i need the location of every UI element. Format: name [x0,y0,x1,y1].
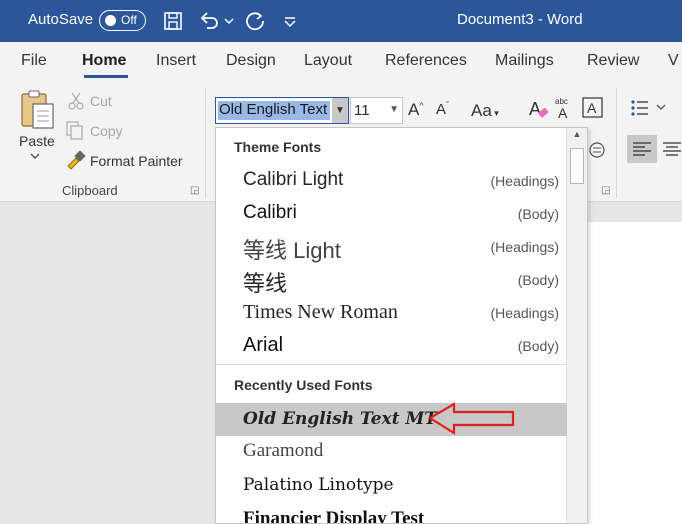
undo-icon[interactable] [196,8,222,34]
tab-home[interactable]: Home [82,52,126,70]
active-tab-indicator [84,75,128,78]
ribbon-separator [205,88,206,198]
font-size-value[interactable]: 11 [354,102,370,119]
font-item-dengxian-light[interactable]: 等线 Light (Headings) [216,231,567,264]
tab-view[interactable]: V [668,52,679,70]
change-case-icon[interactable]: Aa ▾ [471,101,499,121]
cut-icon[interactable] [68,92,84,110]
phonetic-guide-icon[interactable]: abc A [555,96,579,120]
font-item-times-new-roman[interactable]: Times New Roman (Headings) [216,297,567,330]
tab-layout[interactable]: Layout [304,52,352,70]
copy-label[interactable]: Copy [90,123,123,139]
section-divider [216,364,567,365]
align-center-icon[interactable] [662,141,682,157]
clipboard-group-label: Clipboard [62,183,118,198]
recent-fonts-header: Recently Used Fonts [234,377,373,393]
toggle-knob [105,15,116,26]
font-item-garamond[interactable]: Garamond [216,436,567,469]
paste-label[interactable]: Paste [19,133,55,149]
font-item-financier-display-test[interactable]: Financier Display Test [216,502,567,523]
format-painter-label[interactable]: Format Painter [90,153,183,169]
save-icon[interactable] [160,8,186,34]
scroll-thumb[interactable] [570,148,584,184]
shrink-font-icon[interactable]: Aˇ [436,100,449,118]
font-item-calibri[interactable]: Calibri (Body) [216,198,567,231]
tab-file[interactable]: File [21,52,47,70]
font-item-arial[interactable]: Arial (Body) [216,330,567,363]
font-dialog-launcher-icon[interactable]: ◲ [601,185,610,196]
redo-icon[interactable] [243,8,269,34]
character-border-icon[interactable]: A [582,97,604,119]
dropdown-scrollbar[interactable]: ▲ [566,128,587,523]
tab-references[interactable]: References [385,52,467,70]
ribbon-separator [616,88,617,198]
font-name-box[interactable]: Old English Text M ▼ [215,97,349,124]
font-item-calibri-light[interactable]: Calibri Light (Headings) [216,165,567,198]
chevron-down-icon[interactable]: ▼ [389,104,399,115]
clear-formatting-icon[interactable]: A [528,98,550,120]
chevron-down-icon[interactable] [655,102,667,112]
autosave-label: AutoSave [28,11,94,28]
font-item-palatino-linotype[interactable]: Palatino Linotype [216,469,567,502]
grow-font-icon[interactable]: A^ [408,100,424,120]
toggle-state: Off [121,13,137,27]
bullets-icon[interactable] [630,98,654,118]
customize-qat-icon[interactable] [282,8,298,34]
cut-label[interactable]: Cut [90,93,112,109]
svg-text:A: A [529,99,541,119]
svg-text:A: A [587,100,597,116]
tab-design[interactable]: Design [226,52,276,70]
scroll-up-icon[interactable]: ▲ [567,129,587,145]
tab-review[interactable]: Review [587,52,639,70]
align-left-icon [633,142,651,156]
red-arrow-annotation [428,402,515,435]
copy-icon[interactable] [66,121,84,141]
align-left-button[interactable] [627,135,657,163]
title-bar: AutoSave Off Document3 - Word [0,0,682,42]
svg-text:A: A [558,105,568,120]
font-name-value[interactable]: Old English Text M [218,101,330,120]
tab-mailings[interactable]: Mailings [495,52,554,70]
autosave-toggle[interactable]: Off [99,10,146,31]
ribbon-tabs: File Home Insert Design Layout Reference… [0,42,682,80]
chevron-down-icon[interactable] [222,8,236,34]
theme-fonts-header: Theme Fonts [234,139,322,155]
chevron-down-icon[interactable] [29,152,41,160]
asian-layout-icon[interactable] [588,140,606,160]
font-size-box[interactable]: 11 ▼ [350,97,403,124]
document-title: Document3 - Word [457,11,583,28]
font-item-dengxian[interactable]: 等线 (Body) [216,264,567,297]
tab-insert[interactable]: Insert [156,52,196,70]
chevron-down-icon[interactable]: ▼ [332,98,348,123]
font-dropdown-menu: ▲ Theme Fonts Calibri Light (Headings) C… [215,127,588,524]
format-painter-icon[interactable] [66,150,86,170]
clipboard-dialog-launcher-icon[interactable]: ◲ [190,185,199,196]
paste-icon[interactable] [18,88,58,132]
